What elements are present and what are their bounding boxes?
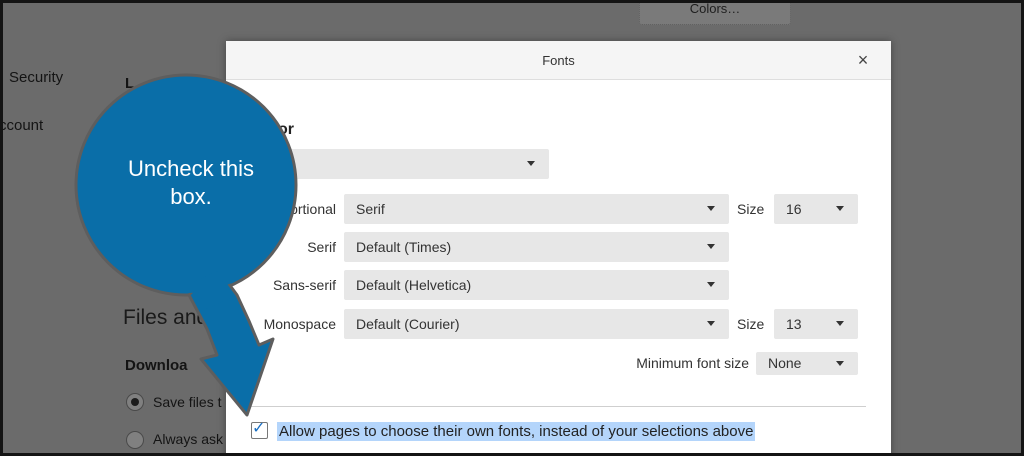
chevron-down-icon (836, 361, 844, 366)
fonts-dialog: Fonts × ts for in ortional Serif Size 16… (226, 41, 891, 453)
chevron-down-icon (707, 321, 715, 326)
save-files-radio[interactable] (126, 393, 144, 411)
monospace-size-select[interactable]: 13 (774, 309, 858, 339)
chevron-down-icon (707, 244, 715, 249)
close-button[interactable]: × (853, 50, 873, 70)
sans-serif-select-value: Default (Helvetica) (356, 277, 472, 293)
minimum-font-size-label: Minimum font size (636, 355, 749, 371)
fonts-for-label: ts for (254, 121, 294, 138)
screenshot-frame: Colors… Security ccount L Files and Down… (0, 0, 1024, 456)
sans-serif-label: Sans-serif (272, 277, 336, 293)
callout-line-1: Uncheck this (128, 156, 254, 181)
proportional-size-value: 16 (786, 201, 802, 217)
sidebar-item-security[interactable]: Security (9, 69, 63, 86)
minimum-font-size-select[interactable]: None (756, 352, 858, 375)
chevron-down-icon (527, 161, 535, 166)
checkmark-icon: ✓ (252, 420, 266, 437)
allow-pages-fonts-label[interactable]: Allow pages to choose their own fonts, i… (277, 422, 756, 441)
callout-line-2: box. (170, 184, 212, 209)
proportional-select[interactable]: Serif (344, 194, 729, 224)
serif-select-value: Default (Times) (356, 239, 452, 255)
proportional-select-value: Serif (356, 201, 385, 217)
chevron-down-icon (707, 282, 715, 287)
language-heading: L (125, 75, 135, 92)
dialog-header: Fonts × (226, 41, 891, 80)
monospace-size-label: Size (737, 316, 765, 332)
minimum-font-size-value: None (768, 355, 802, 371)
callout-text: Uncheck this box. (101, 155, 281, 211)
proportional-label: ortional (290, 201, 336, 217)
serif-label: Serif (307, 239, 336, 255)
monospace-label: Monospace (263, 316, 336, 332)
dialog-title: Fonts (542, 53, 575, 68)
allow-pages-fonts-checkbox[interactable]: ✓ (251, 420, 268, 439)
downloads-heading: Downloa (125, 357, 188, 374)
save-files-label: Save files t (153, 394, 222, 410)
chevron-down-icon (836, 321, 844, 326)
always-ask-radio[interactable] (126, 431, 144, 449)
colors-button[interactable]: Colors… (639, 3, 791, 25)
files-section-title: Files and (123, 306, 209, 329)
always-ask-label: Always ask (153, 431, 224, 447)
monospace-size-value: 13 (786, 316, 802, 332)
serif-select[interactable]: Default (Times) (344, 232, 729, 262)
dialog-body: ts for in ortional Serif Size 16 Serif D… (226, 80, 891, 453)
chevron-down-icon (836, 206, 844, 211)
proportional-size-select[interactable]: 16 (774, 194, 858, 224)
sidebar-item-account[interactable]: ccount (3, 117, 43, 134)
monospace-select-value: Default (Courier) (356, 316, 460, 332)
divider (251, 406, 866, 407)
sans-serif-select[interactable]: Default (Helvetica) (344, 270, 729, 300)
language-select[interactable]: in (261, 149, 549, 179)
proportional-size-label: Size (737, 201, 765, 217)
chevron-down-icon (707, 206, 715, 211)
monospace-select[interactable]: Default (Courier) (344, 309, 729, 339)
